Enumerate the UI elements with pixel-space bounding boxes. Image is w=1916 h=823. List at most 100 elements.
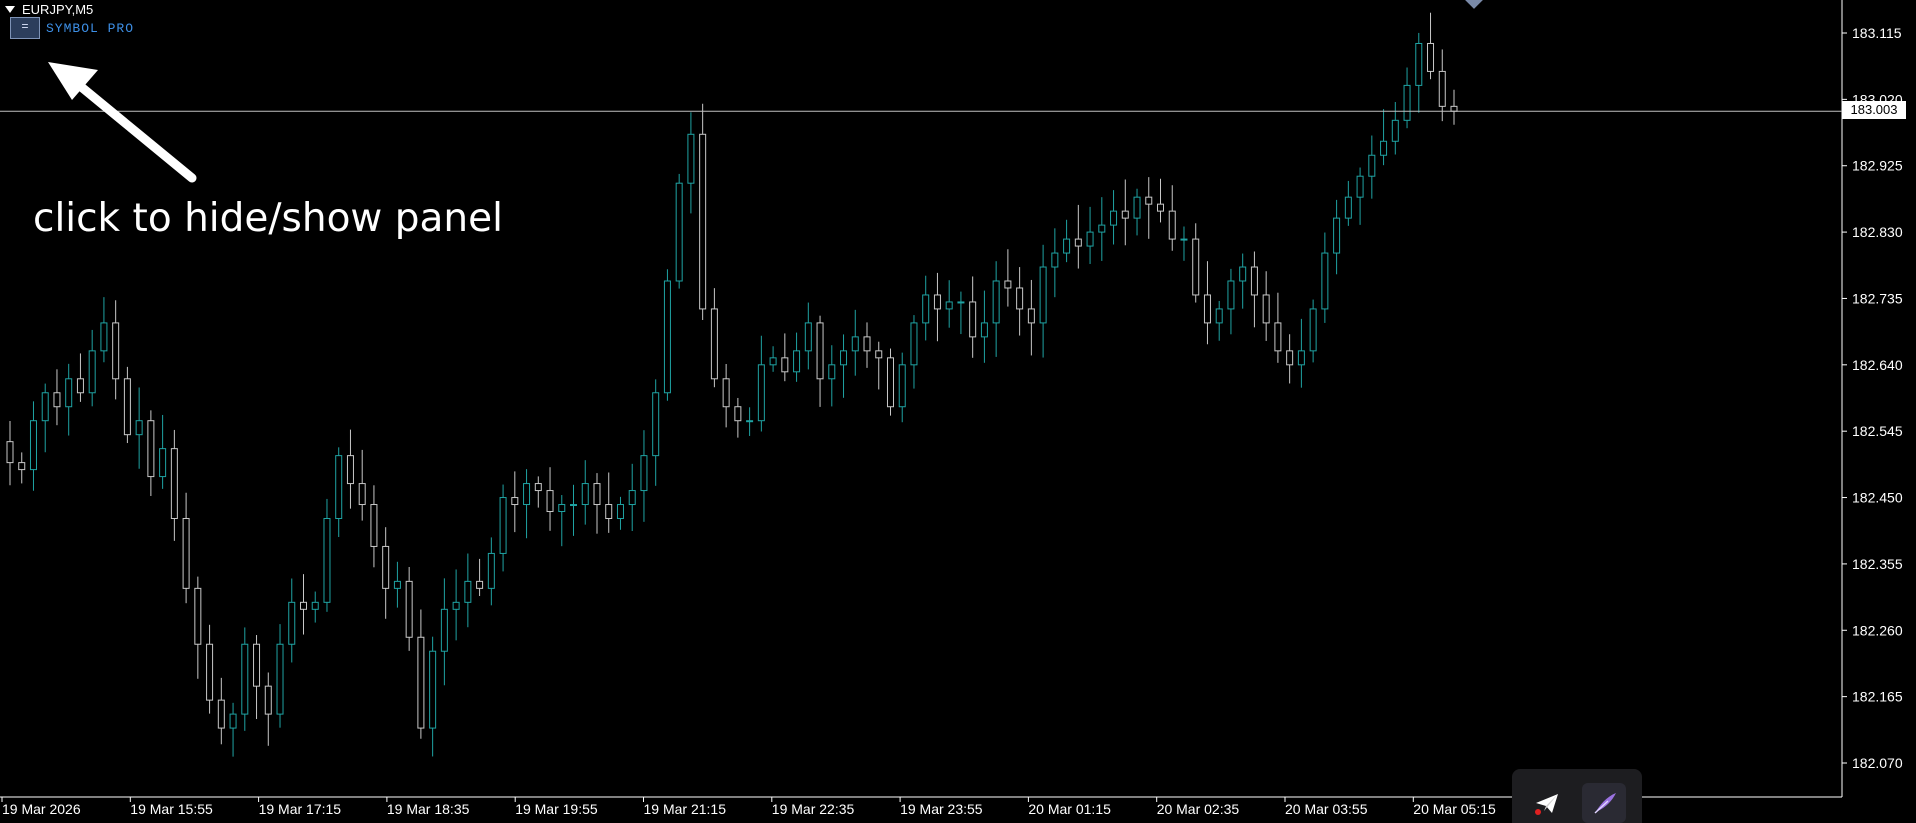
candle-body[interactable] <box>1438 70 1446 107</box>
candle-body[interactable] <box>76 378 84 394</box>
candle-body[interactable] <box>1145 196 1153 205</box>
candle-body[interactable] <box>393 580 401 589</box>
candle-body[interactable] <box>53 392 61 408</box>
candle-body[interactable] <box>1450 105 1458 112</box>
candle-body[interactable] <box>135 420 143 436</box>
candle-body[interactable] <box>241 643 249 715</box>
candle-body[interactable] <box>1262 294 1270 324</box>
panel-toggle-button[interactable]: = <box>10 17 40 39</box>
candle-body[interactable] <box>299 601 307 610</box>
candle-body[interactable] <box>88 350 96 394</box>
candle-body[interactable] <box>781 357 789 373</box>
candle-body[interactable] <box>757 364 765 422</box>
candle-body[interactable] <box>1333 217 1341 254</box>
candle-body[interactable] <box>1157 203 1165 212</box>
candle-body[interactable] <box>1098 224 1106 233</box>
candle-body[interactable] <box>675 182 683 282</box>
candle-body[interactable] <box>100 322 108 352</box>
candle-body[interactable] <box>605 504 613 520</box>
candle-body[interactable] <box>746 420 754 423</box>
candle-body[interactable] <box>828 364 836 380</box>
candle-body[interactable] <box>1415 42 1423 86</box>
candle-body[interactable] <box>922 294 930 324</box>
candle-body[interactable] <box>1297 350 1305 366</box>
candle-body[interactable] <box>558 504 566 513</box>
candle-body[interactable] <box>652 392 660 457</box>
candle-body[interactable] <box>335 455 343 520</box>
candle-body[interactable] <box>1380 140 1388 156</box>
candle-body[interactable] <box>945 301 953 310</box>
candle-body[interactable] <box>206 643 214 701</box>
candle-body[interactable] <box>840 350 848 366</box>
candle-body[interactable] <box>910 322 918 366</box>
candle-body[interactable] <box>276 643 284 715</box>
candle-body[interactable] <box>663 280 671 394</box>
candle-body[interactable] <box>1027 308 1035 324</box>
candle-body[interactable] <box>511 497 519 506</box>
candle-body[interactable] <box>6 441 14 464</box>
candle-body[interactable] <box>405 580 413 638</box>
candle-body[interactable] <box>1274 322 1282 352</box>
candle-body[interactable] <box>710 308 718 380</box>
candle-body[interactable] <box>1168 210 1176 240</box>
candle-body[interactable] <box>464 580 472 603</box>
candle-body[interactable] <box>1121 210 1129 219</box>
candle-body[interactable] <box>323 518 331 603</box>
candle-body[interactable] <box>863 336 871 352</box>
candle-body[interactable] <box>476 580 484 589</box>
candle-body[interactable] <box>616 504 624 520</box>
candle-body[interactable] <box>1356 175 1364 198</box>
candle-body[interactable] <box>546 490 554 513</box>
candle-body[interactable] <box>29 420 37 471</box>
candle-body[interactable] <box>1203 294 1211 324</box>
candle-body[interactable] <box>570 504 578 507</box>
candle-body[interactable] <box>734 406 742 422</box>
candle-body[interactable] <box>992 280 1000 324</box>
candle-body[interactable] <box>969 301 977 338</box>
candle-body[interactable] <box>1368 154 1376 177</box>
chart-menu-triangle-icon[interactable] <box>5 6 15 13</box>
candle-body[interactable] <box>687 133 695 184</box>
candle-body[interactable] <box>159 448 167 478</box>
candle-body[interactable] <box>346 455 354 485</box>
candle-body[interactable] <box>1016 287 1024 310</box>
candle-body[interactable] <box>217 699 225 729</box>
candle-body[interactable] <box>112 322 120 380</box>
candle-body[interactable] <box>816 322 824 380</box>
candle-body[interactable] <box>933 294 941 310</box>
candle-body[interactable] <box>18 462 26 471</box>
candle-body[interactable] <box>358 483 366 506</box>
candle-body[interactable] <box>1086 231 1094 247</box>
candle-body[interactable] <box>1110 210 1118 226</box>
candle-body[interactable] <box>288 601 296 645</box>
candle-body[interactable] <box>1039 266 1047 324</box>
candle-body[interactable] <box>804 322 812 352</box>
candle-body[interactable] <box>875 350 883 359</box>
candle-body[interactable] <box>147 420 155 478</box>
candle-body[interactable] <box>1286 350 1294 366</box>
candle-body[interactable] <box>1321 252 1329 310</box>
candle-body[interactable] <box>1344 196 1352 219</box>
candle-body[interactable] <box>311 601 319 610</box>
candle-body[interactable] <box>980 322 988 338</box>
candle-body[interactable] <box>957 301 965 304</box>
candle-body[interactable] <box>793 350 801 373</box>
candle-body[interactable] <box>194 587 202 645</box>
candle-body[interactable] <box>440 608 448 652</box>
candle-body[interactable] <box>1227 280 1235 310</box>
candle-body[interactable] <box>370 504 378 547</box>
candle-body[interactable] <box>1427 42 1435 72</box>
candle-body[interactable] <box>452 601 460 610</box>
candle-body[interactable] <box>1192 238 1200 296</box>
candle-body[interactable] <box>499 497 507 554</box>
candle-body[interactable] <box>1051 252 1059 268</box>
chart-area[interactable]: 183.115183.020182.925182.830182.735182.6… <box>0 0 1916 823</box>
candle-body[interactable] <box>769 357 777 366</box>
candle-body[interactable] <box>264 685 272 715</box>
candle-body[interactable] <box>182 518 190 589</box>
quill-button[interactable] <box>1582 783 1626 823</box>
candle-body[interactable] <box>898 364 906 408</box>
candle-body[interactable] <box>1239 266 1247 282</box>
candle-body[interactable] <box>1309 308 1317 352</box>
candle-body[interactable] <box>1180 238 1188 241</box>
